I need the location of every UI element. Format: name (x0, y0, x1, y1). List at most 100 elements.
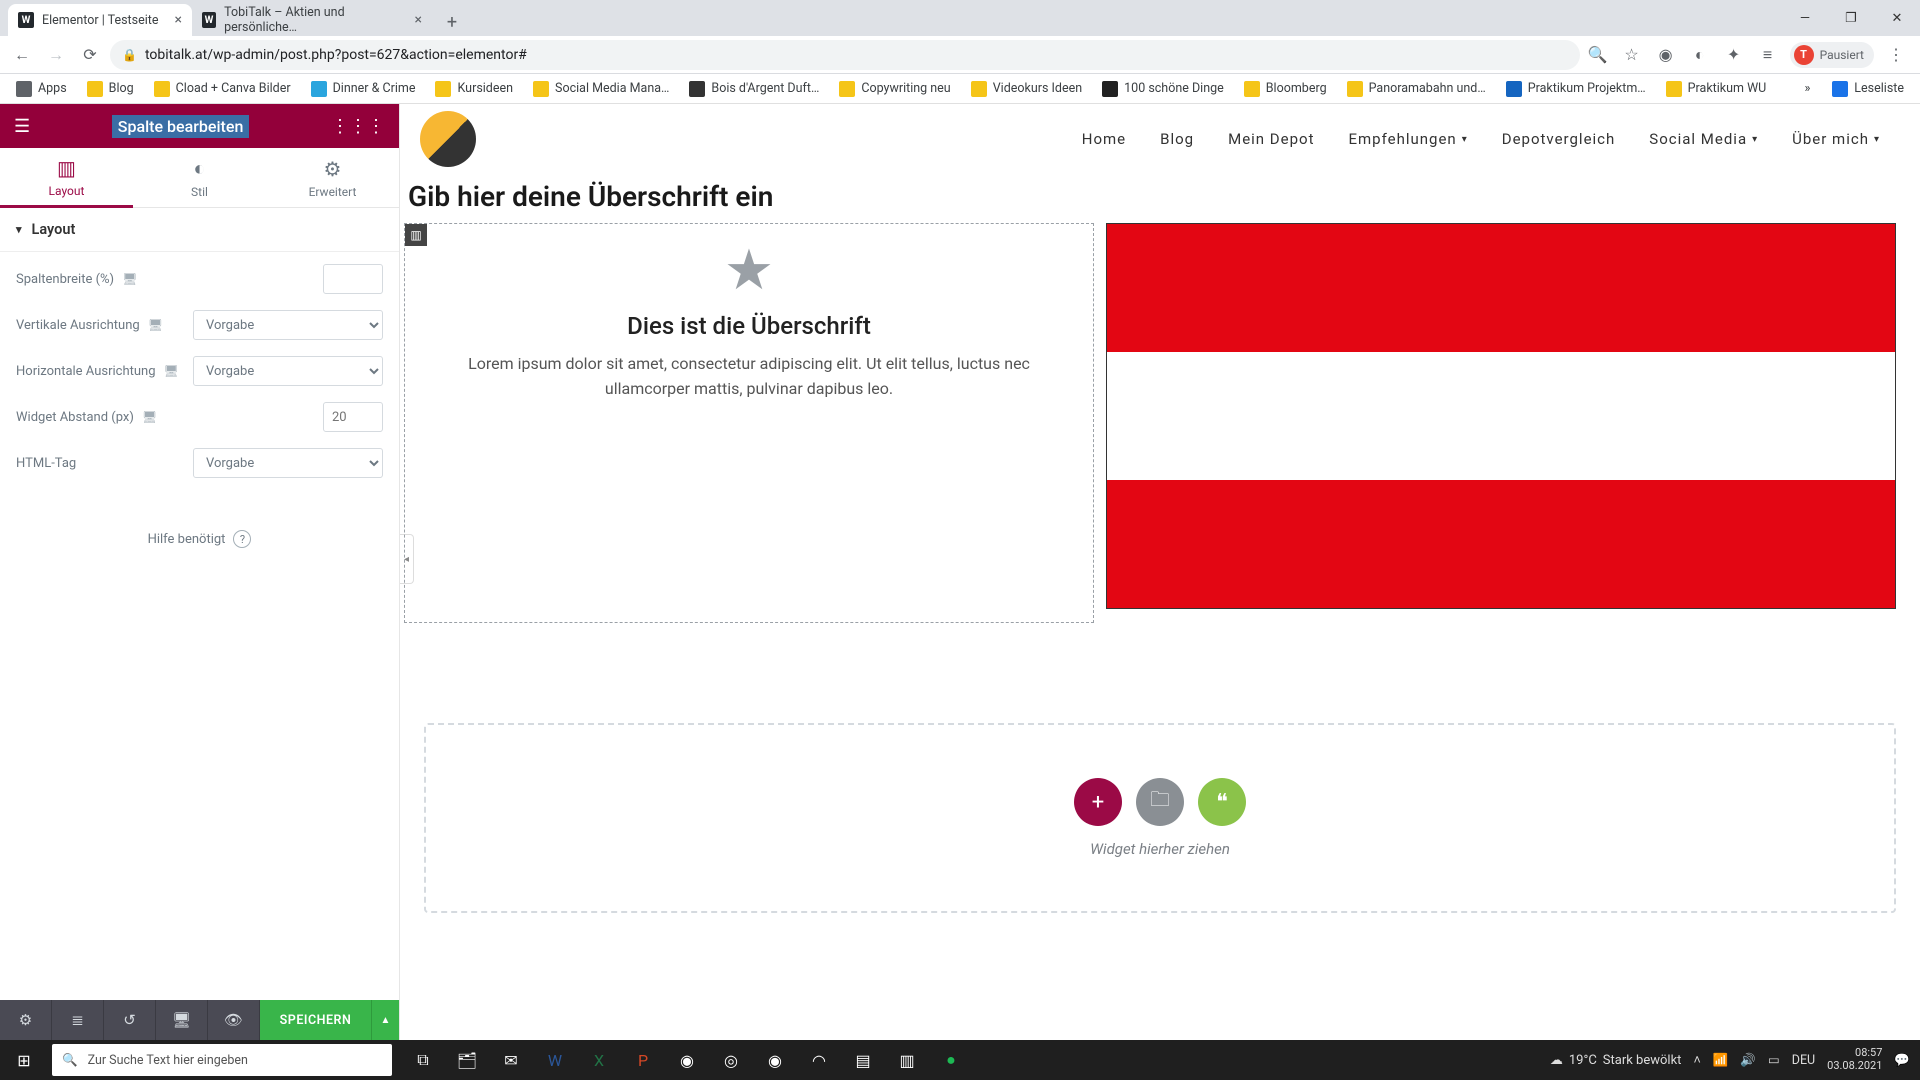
extension-icon[interactable]: ◉ (1654, 43, 1678, 67)
template-library-button[interactable]: 🗀 (1136, 778, 1184, 826)
weather-widget[interactable]: ☁ 19°C Stark bewölkt (1550, 1053, 1682, 1068)
bookmarks-overflow[interactable]: » (1796, 77, 1818, 100)
extensions-menu-icon[interactable]: ✦ (1722, 43, 1746, 67)
reading-list-button[interactable]: Leseliste (1824, 77, 1912, 101)
task-view-button[interactable]: ⧉ (402, 1040, 444, 1080)
page-heading[interactable]: Gib hier deine Überschrift ein (400, 174, 1920, 223)
column-handle-icon[interactable]: ▥ (405, 224, 427, 246)
clock[interactable]: 08:57 03.08.2021 (1827, 1047, 1882, 1072)
star-icon[interactable]: ☆ (1620, 43, 1644, 67)
bookmark-item[interactable]: 100 schöne Dinge (1094, 77, 1232, 101)
vertical-align-select[interactable]: Vorgabe (193, 310, 383, 340)
bookmark-item[interactable]: Dinner & Crime (303, 77, 424, 101)
nav-item-social[interactable]: Social Media▾ (1649, 130, 1758, 148)
widgets-grid-icon[interactable]: ⋮⋮⋮ (331, 116, 385, 137)
extension-icon[interactable]: ◐ (1688, 43, 1712, 67)
network-icon[interactable]: 📶 (1713, 1053, 1729, 1068)
apps-button[interactable]: Apps (8, 77, 75, 101)
new-section-dropzone[interactable]: + 🗀 ❝ Widget hierher ziehen (424, 723, 1896, 913)
taskbar-app-spotify[interactable]: ● (930, 1040, 972, 1080)
column-width-input[interactable] (323, 264, 383, 294)
bookmark-item[interactable]: Bloomberg (1236, 77, 1335, 101)
save-options-button[interactable]: ▲ (371, 1000, 399, 1040)
bookmark-item[interactable]: Social Media Mana… (525, 77, 677, 101)
nav-item-empfehlungen[interactable]: Empfehlungen▾ (1349, 130, 1468, 148)
menu-icon[interactable]: ☰ (14, 116, 30, 137)
icon-box-widget[interactable]: ★ Dies ist die Überschrift Lorem ipsum d… (429, 238, 1069, 402)
taskbar-app-excel[interactable]: X (578, 1040, 620, 1080)
responsive-button[interactable]: 🖥 (156, 1000, 208, 1040)
bookmark-item[interactable]: Copywriting neu (831, 77, 958, 101)
address-bar[interactable]: 🔒 tobitalk.at/wp-admin/post.php?post=627… (110, 40, 1580, 70)
battery-icon[interactable]: ▭ (1768, 1052, 1780, 1068)
settings-button[interactable]: ⚙ (0, 1000, 52, 1040)
envato-button[interactable]: ❝ (1198, 778, 1246, 826)
section-toggle-layout[interactable]: ▾ Layout (0, 208, 399, 252)
image-widget-flag[interactable] (1106, 223, 1896, 609)
nav-item-home[interactable]: Home (1082, 130, 1126, 148)
tab-advanced[interactable]: ⚙ Erweitert (266, 148, 399, 208)
taskbar-app-explorer[interactable]: 🗂 (446, 1040, 488, 1080)
kebab-menu-icon[interactable]: ⋮ (1884, 43, 1908, 67)
bookmark-item[interactable]: Praktikum Projektm… (1498, 77, 1654, 101)
widget-gap-input[interactable] (323, 402, 383, 432)
column-right[interactable] (1106, 223, 1896, 623)
language-indicator[interactable]: DEU (1792, 1053, 1815, 1068)
preview-button[interactable]: 👁 (208, 1000, 260, 1040)
nav-item-about[interactable]: Über mich▾ (1792, 130, 1880, 148)
reload-button[interactable]: ⟳ (76, 41, 104, 69)
save-button[interactable]: SPEICHERN (260, 1000, 371, 1040)
horizontal-align-select[interactable]: Vorgabe (193, 356, 383, 386)
close-tab-icon[interactable]: × (174, 12, 181, 28)
bookmark-item[interactable]: Bois d'Argent Duft… (681, 77, 827, 101)
browser-tab-active[interactable]: W Elementor | Testseite × (8, 4, 192, 36)
volume-icon[interactable]: 🔊 (1740, 1053, 1756, 1068)
bookmark-item[interactable]: Praktikum WU (1658, 77, 1775, 101)
profile-button[interactable]: T Pausiert (1790, 42, 1874, 68)
taskbar-app-reader[interactable]: ▤ (842, 1040, 884, 1080)
editor-canvas[interactable]: ◂ Home Blog Mein Depot Empfehlungen▾ Dep… (400, 104, 1920, 1040)
close-tab-icon[interactable]: × (414, 12, 421, 28)
forward-button[interactable]: → (42, 41, 70, 69)
taskbar-app-mail[interactable]: ✉ (490, 1040, 532, 1080)
bookmark-item[interactable]: Kursideen (427, 77, 521, 101)
browser-tab[interactable]: W TobiTalk – Aktien und persönliche… × (192, 4, 432, 36)
start-button[interactable]: ⊞ (0, 1040, 48, 1080)
bookmark-item[interactable]: Blog (79, 77, 142, 101)
taskbar-search[interactable]: 🔍 Zur Suche Text hier eingeben (52, 1044, 392, 1076)
column-left[interactable]: ▥ ★ Dies ist die Überschrift Lorem ipsum… (404, 223, 1094, 623)
minimize-button[interactable]: — (1782, 0, 1828, 36)
zoom-icon[interactable]: 🔍 (1586, 43, 1610, 67)
responsive-icon[interactable]: 🖥 (164, 364, 179, 378)
responsive-icon[interactable]: 🖥 (148, 318, 163, 332)
taskbar-app-edge[interactable]: ◠ (798, 1040, 840, 1080)
responsive-icon[interactable]: 🖥 (142, 410, 157, 424)
responsive-icon[interactable]: 🖥 (122, 272, 137, 286)
taskbar-app-brave[interactable]: ◉ (666, 1040, 708, 1080)
nav-item-depot[interactable]: Mein Depot (1228, 130, 1314, 148)
bookmark-item[interactable]: Panoramabahn und… (1339, 77, 1494, 101)
notifications-icon[interactable]: 💬 (1894, 1053, 1910, 1068)
tray-chevron-icon[interactable]: ˄ (1693, 1053, 1700, 1068)
site-logo[interactable] (420, 111, 476, 167)
bookmark-item[interactable]: Videokurs Ideen (963, 77, 1090, 101)
taskbar-app-notepad[interactable]: ▥ (886, 1040, 928, 1080)
tab-layout[interactable]: ▥ Layout (0, 148, 133, 208)
back-button[interactable]: ← (8, 41, 36, 69)
html-tag-select[interactable]: Vorgabe (193, 448, 383, 478)
taskbar-app-word[interactable]: W (534, 1040, 576, 1080)
maximize-button[interactable]: ❐ (1828, 0, 1874, 36)
new-tab-button[interactable]: + (438, 8, 466, 36)
taskbar-app-powerpoint[interactable]: P (622, 1040, 664, 1080)
nav-item-depotvergleich[interactable]: Depotvergleich (1502, 130, 1616, 148)
bookmark-item[interactable]: Cload + Canva Bilder (146, 77, 299, 101)
taskbar-app-obs[interactable]: ◎ (710, 1040, 752, 1080)
navigator-button[interactable]: ≣ (52, 1000, 104, 1040)
add-section-button[interactable]: + (1074, 778, 1122, 826)
history-button[interactable]: ↺ (104, 1000, 156, 1040)
help-link[interactable]: Hilfe benötigt ? (0, 530, 399, 548)
nav-item-blog[interactable]: Blog (1160, 130, 1194, 148)
reading-list-icon[interactable]: ≡ (1756, 43, 1780, 67)
tab-style[interactable]: ◐ Stil (133, 148, 266, 208)
taskbar-app-chrome[interactable]: ◉ (754, 1040, 796, 1080)
